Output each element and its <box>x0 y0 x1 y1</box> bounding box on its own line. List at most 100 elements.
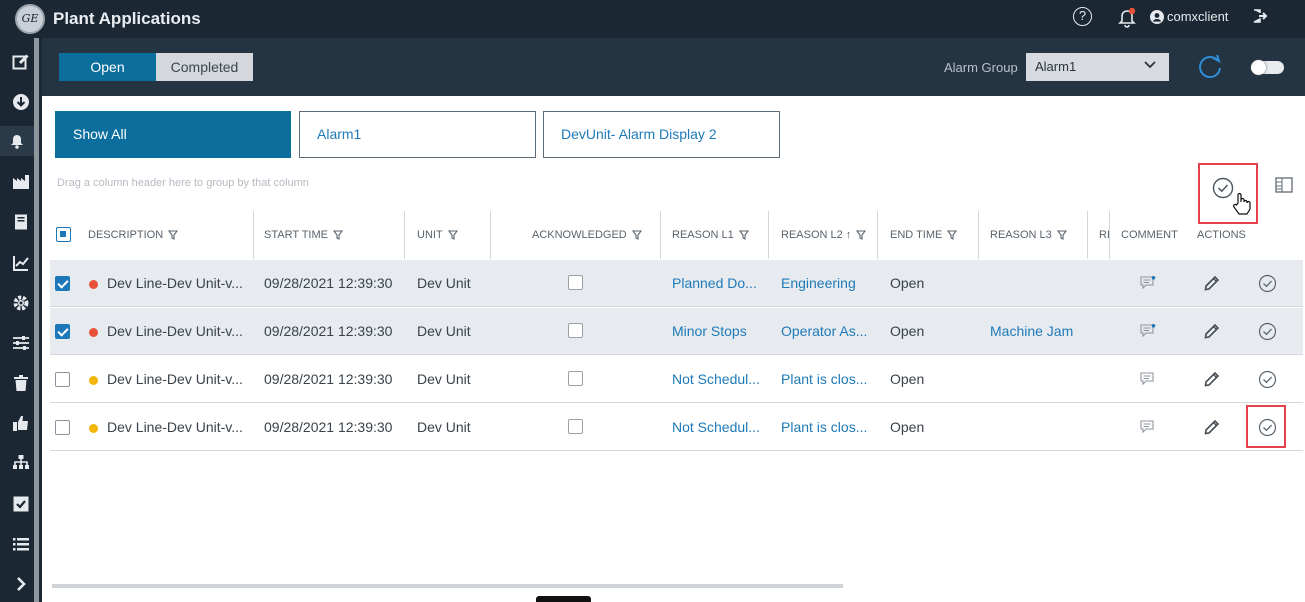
sliders-icon[interactable] <box>8 330 34 356</box>
filter-icon[interactable] <box>947 230 958 240</box>
app-title: Plant Applications <box>53 9 201 28</box>
cell-description: Dev Line-Dev Unit-v... <box>107 275 243 291</box>
cell-reason-l1[interactable]: Not Schedul... <box>672 356 762 403</box>
horizontal-scrollbar[interactable] <box>52 584 843 588</box>
column-chooser-icon[interactable] <box>1275 177 1293 193</box>
cell-reason-l1[interactable]: Minor Stops <box>672 308 762 355</box>
gear-icon[interactable] <box>8 290 34 316</box>
column-header-reason-l1[interactable]: REASON L1 <box>672 211 749 259</box>
alarm-group-select[interactable]: Alarm1 <box>1026 53 1169 81</box>
edit-pencil-icon[interactable] <box>1203 273 1222 292</box>
priority-indicator <box>89 424 98 433</box>
column-header-reason-l3[interactable]: REASON L3 <box>990 211 1067 259</box>
refresh-icon[interactable] <box>1197 54 1223 80</box>
acknowledge-check-icon[interactable] <box>1258 322 1277 341</box>
download-icon[interactable] <box>8 89 34 115</box>
select-all-checkbox[interactable] <box>56 227 71 242</box>
cell-description: Dev Line-Dev Unit-v... <box>107 371 243 387</box>
cell-reason-l2[interactable]: Plant is clos... <box>781 356 873 403</box>
acknowledge-check-icon[interactable] <box>1258 370 1277 389</box>
username[interactable]: comxclient <box>1167 9 1228 24</box>
filter-icon[interactable] <box>447 230 458 240</box>
filter-icon[interactable] <box>856 230 867 240</box>
chevron-right-icon[interactable] <box>8 571 34 597</box>
comment-icon[interactable] <box>1140 420 1156 434</box>
book-icon[interactable] <box>8 209 34 235</box>
table-row[interactable]: Dev Line-Dev Unit-v... 09/28/2021 12:39:3… <box>50 308 1303 355</box>
top-bar: GE Plant Applications ? comxclient <box>0 0 1305 38</box>
sidebar-scrollbar[interactable] <box>34 38 39 602</box>
row-select-checkbox[interactable] <box>55 420 70 435</box>
column-header-reason-l2[interactable]: REASON L2 ↑ <box>781 211 867 259</box>
factory-icon[interactable] <box>8 169 34 195</box>
acknowledged-checkbox[interactable] <box>568 323 583 338</box>
cell-end-time: Open <box>890 323 925 339</box>
column-header-end-time[interactable]: END TIME <box>890 211 958 259</box>
trash-icon[interactable] <box>8 370 34 396</box>
column-header-reason-l4[interactable]: RE <box>1099 211 1109 259</box>
bell-icon[interactable] <box>0 126 34 156</box>
filter-icon[interactable] <box>168 230 179 240</box>
sort-ascending-icon: ↑ <box>845 229 852 241</box>
cell-reason-l3[interactable] <box>990 356 1085 403</box>
column-header-acknowledged[interactable]: ACKNOWLEDGED <box>532 211 642 259</box>
thumbs-up-icon[interactable] <box>8 410 34 436</box>
filter-show-all-button[interactable]: Show All <box>55 111 291 158</box>
column-header-unit[interactable]: UNIT <box>417 211 458 259</box>
line-chart-icon[interactable] <box>8 250 34 276</box>
edit-pencil-icon[interactable] <box>1203 321 1222 340</box>
hierarchy-icon[interactable] <box>8 450 34 476</box>
logout-icon[interactable] <box>1252 8 1268 24</box>
notification-bell-icon[interactable] <box>1116 7 1138 29</box>
comment-icon[interactable] <box>1140 276 1156 290</box>
help-icon[interactable]: ? <box>1073 7 1092 26</box>
cell-reason-l2[interactable]: Operator As... <box>781 308 873 355</box>
filter-icon[interactable] <box>1056 230 1067 240</box>
filter-alarm1-button[interactable]: Alarm1 <box>299 111 536 158</box>
row-select-checkbox[interactable] <box>55 276 70 291</box>
cell-reason-l3[interactable]: Machine Jam <box>990 308 1085 355</box>
cell-start-time: 09/28/2021 12:39:30 <box>264 323 393 339</box>
edit-icon[interactable] <box>8 49 34 75</box>
check-circle-icon <box>1212 177 1234 199</box>
priority-indicator <box>89 280 98 289</box>
comment-icon[interactable] <box>1140 372 1156 386</box>
bottom-handle[interactable] <box>536 596 591 602</box>
comment-icon[interactable] <box>1140 324 1156 338</box>
cell-unit: Dev Unit <box>417 323 471 339</box>
filter-icon[interactable] <box>738 230 749 240</box>
cell-unit: Dev Unit <box>417 419 471 435</box>
cell-reason-l2[interactable]: Engineering <box>781 260 873 307</box>
cell-reason-l1[interactable]: Planned Do... <box>672 260 762 307</box>
filter-icon[interactable] <box>631 230 642 240</box>
list-icon[interactable] <box>8 531 34 557</box>
column-header-description[interactable]: DESCRIPTION <box>88 211 179 259</box>
acknowledged-checkbox[interactable] <box>568 371 583 386</box>
toggle-switch[interactable] <box>1251 60 1284 75</box>
cell-description: Dev Line-Dev Unit-v... <box>107 323 243 339</box>
filter-devunit-alarm-display-button[interactable]: DevUnit- Alarm Display 2 <box>543 111 780 158</box>
column-header-start-time[interactable]: START TIME <box>264 211 343 259</box>
cell-reason-l3[interactable] <box>990 260 1085 307</box>
table-row[interactable]: Dev Line-Dev Unit-v... 09/28/2021 12:39:3… <box>50 260 1303 307</box>
cell-reason-l1[interactable]: Not Schedul... <box>672 404 762 451</box>
checkbox-icon[interactable] <box>8 491 34 517</box>
cell-reason-l3[interactable] <box>990 404 1085 451</box>
cell-reason-l2[interactable]: Plant is clos... <box>781 404 873 451</box>
edit-pencil-icon[interactable] <box>1203 417 1222 436</box>
acknowledged-checkbox[interactable] <box>568 275 583 290</box>
priority-indicator <box>89 376 98 385</box>
ge-logo: GE <box>15 4 45 34</box>
table-row[interactable]: Dev Line-Dev Unit-v... 09/28/2021 12:39:3… <box>50 356 1303 403</box>
status-toggle: Open Completed <box>59 53 253 81</box>
acknowledge-check-icon[interactable] <box>1258 274 1277 293</box>
edit-pencil-icon[interactable] <box>1203 369 1222 388</box>
tab-completed[interactable]: Completed <box>156 53 253 81</box>
table-row[interactable]: Dev Line-Dev Unit-v... 09/28/2021 12:39:3… <box>50 404 1303 451</box>
filter-icon[interactable] <box>332 230 343 240</box>
tab-open[interactable]: Open <box>59 53 156 81</box>
row-select-checkbox[interactable] <box>55 324 70 339</box>
user-icon[interactable] <box>1150 10 1164 24</box>
row-select-checkbox[interactable] <box>55 372 70 387</box>
acknowledged-checkbox[interactable] <box>568 419 583 434</box>
